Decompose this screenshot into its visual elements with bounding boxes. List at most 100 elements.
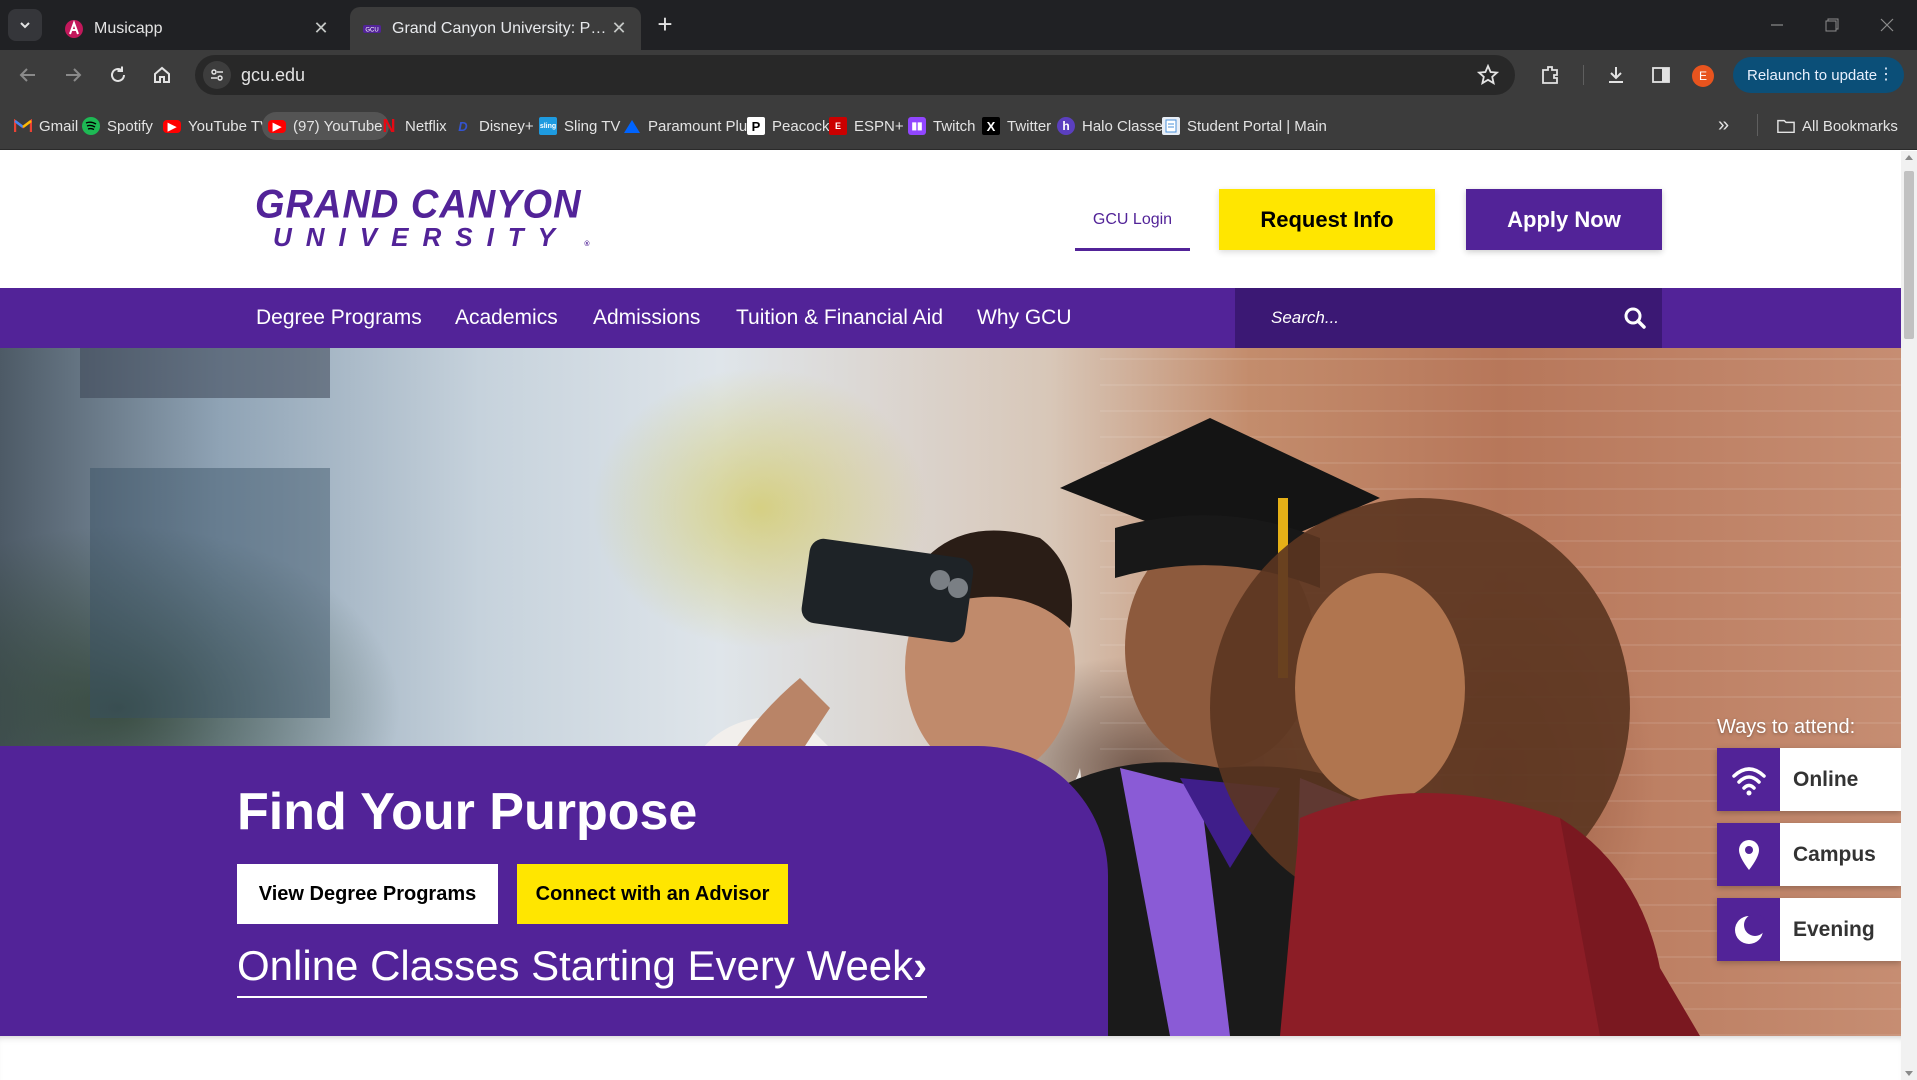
bookmark-label: Sling TV <box>564 117 621 135</box>
relaunch-button[interactable]: Relaunch to update ⋮ <box>1733 57 1904 93</box>
hero-banner: Find Your Purpose View Degree Programs C… <box>0 348 1901 1036</box>
bookmark-paramount[interactable]: Paramount Plus <box>617 112 761 140</box>
scroll-up-arrow-icon[interactable] <box>1905 155 1913 160</box>
bookmarks-divider <box>1757 114 1758 136</box>
youtube-tv-icon: ▶ <box>163 119 181 133</box>
main-navigation: Degree Programs Academics Admissions Tui… <box>0 288 1901 348</box>
search-box <box>1235 288 1662 348</box>
attend-option-label: Online <box>1793 768 1859 791</box>
bookmark-label: Spotify <box>107 117 153 135</box>
chevron-right-icon: › <box>913 942 928 989</box>
attend-online-button[interactable]: Online <box>1717 748 1901 811</box>
bookmark-netflix[interactable]: N Netflix <box>374 112 453 140</box>
gcu-login-link[interactable]: GCU Login <box>1075 201 1190 251</box>
close-tab-icon[interactable]: ✕ <box>311 18 331 39</box>
forward-icon[interactable] <box>59 63 87 87</box>
more-menu-icon[interactable]: ⋮ <box>1878 66 1894 84</box>
search-icon <box>1624 307 1646 329</box>
page-scrollbar[interactable] <box>1901 151 1917 1080</box>
bookmark-star-icon[interactable] <box>1477 64 1499 86</box>
back-icon[interactable] <box>14 63 42 87</box>
bookmark-sling[interactable]: sling Sling TV <box>533 112 626 140</box>
close-tab-icon[interactable]: ✕ <box>609 18 629 39</box>
relaunch-label: Relaunch to update <box>1747 66 1878 84</box>
twitch-icon: ▮▮ <box>908 117 926 135</box>
bookmark-label: ESPN+ <box>854 117 904 135</box>
attend-option-label: Campus <box>1793 843 1876 866</box>
view-degree-programs-button[interactable]: View Degree Programs <box>237 864 498 924</box>
bookmark-label: Peacock <box>772 117 830 135</box>
url-text[interactable]: gcu.edu <box>241 65 305 86</box>
bookmark-label: Disney+ <box>479 117 534 135</box>
new-tab-button[interactable]: + <box>652 11 678 38</box>
bookmark-youtube-tv[interactable]: ▶ YouTube TV <box>157 112 276 140</box>
paramount-icon <box>623 117 641 135</box>
logo-registered-mark: ® <box>584 241 590 248</box>
map-pin-icon <box>1717 823 1780 886</box>
connect-advisor-button[interactable]: Connect with an Advisor <box>517 864 788 924</box>
moon-icon <box>1717 898 1780 961</box>
search-input[interactable] <box>1271 302 1591 334</box>
page-content-below-hero <box>0 1036 1901 1080</box>
bookmark-label: Paramount Plus <box>648 117 755 135</box>
scroll-down-arrow-icon[interactable] <box>1905 1071 1913 1076</box>
profile-avatar[interactable]: E <box>1692 65 1714 87</box>
bookmark-label: Twitter <box>1007 117 1052 135</box>
home-icon[interactable] <box>148 63 176 87</box>
youtube-icon: ▶ <box>268 119 286 133</box>
more-bookmarks-icon[interactable]: » <box>1718 114 1729 137</box>
minimize-icon[interactable] <box>1762 10 1792 40</box>
nav-admissions[interactable]: Admissions <box>593 288 700 348</box>
reload-icon[interactable] <box>104 63 132 87</box>
online-classes-link[interactable]: Online Classes Starting Every Week› <box>237 942 928 998</box>
download-icon[interactable] <box>1603 63 1629 87</box>
bookmark-gmail[interactable]: Gmail <box>8 112 84 140</box>
disney-icon: D <box>458 118 468 134</box>
espn-icon: E <box>829 117 847 135</box>
nav-why-gcu[interactable]: Why GCU <box>977 288 1072 348</box>
chevron-down-icon <box>20 22 30 29</box>
scrollbar-thumb[interactable] <box>1904 171 1914 339</box>
bookmark-student-portal[interactable]: Student Portal | Main <box>1156 112 1333 140</box>
attend-campus-button[interactable]: Campus <box>1717 823 1901 886</box>
request-info-button[interactable]: Request Info <box>1219 189 1435 250</box>
attend-evening-button[interactable]: Evening <box>1717 898 1901 961</box>
sling-icon: sling <box>539 117 557 135</box>
all-bookmarks-button[interactable]: All Bookmarks <box>1771 112 1904 140</box>
tab-musicapp[interactable]: Musicapp ✕ <box>52 7 343 50</box>
bookmark-peacock[interactable]: P Peacock <box>741 112 836 140</box>
bookmark-spotify[interactable]: Spotify <box>76 112 159 140</box>
extensions-icon[interactable] <box>1537 63 1563 87</box>
wifi-icon <box>1717 748 1780 811</box>
bookmark-disney[interactable]: D Disney+ <box>448 112 540 140</box>
halo-icon: h <box>1057 117 1075 135</box>
close-window-icon[interactable] <box>1872 10 1902 40</box>
tab-search-button[interactable] <box>8 9 42 41</box>
nav-degree-programs[interactable]: Degree Programs <box>256 288 422 348</box>
bookmark-label: Twitch <box>933 117 976 135</box>
search-button[interactable] <box>1620 303 1650 333</box>
tab-title: Musicapp <box>94 19 163 37</box>
bookmark-label: (97) YouTube <box>293 117 383 135</box>
tab-gcu[interactable]: GCU Grand Canyon University: Privat ✕ <box>350 7 641 50</box>
gmail-icon <box>14 117 32 135</box>
nav-tuition[interactable]: Tuition & Financial Aid <box>736 288 943 348</box>
bookmark-twitch[interactable]: ▮▮ Twitch <box>902 112 982 140</box>
bookmark-youtube[interactable]: ▶ (97) YouTube <box>262 112 389 140</box>
gcu-logo[interactable]: GRAND CANYON UNIVERSITY ® <box>255 182 590 250</box>
maximize-icon[interactable] <box>1817 10 1847 40</box>
nav-academics[interactable]: Academics <box>455 288 558 348</box>
portal-icon <box>1162 117 1180 135</box>
hero-title: Find Your Purpose <box>237 783 698 841</box>
musicapp-favicon-icon <box>65 19 83 38</box>
site-info-icon[interactable] <box>203 61 231 89</box>
address-bar[interactable]: gcu.edu <box>195 55 1515 95</box>
bookmark-espn[interactable]: E ESPN+ <box>823 112 910 140</box>
browser-tab-bar: Musicapp ✕ GCU Grand Canyon University: … <box>0 0 1917 50</box>
apply-now-button[interactable]: Apply Now <box>1466 189 1662 250</box>
site-header: GRAND CANYON UNIVERSITY ® GCU Login Requ… <box>0 151 1901 288</box>
side-panel-icon[interactable] <box>1648 63 1674 87</box>
online-classes-link-text: Online Classes Starting Every Week <box>237 942 914 989</box>
logo-line1: GRAND CANYON <box>255 182 582 228</box>
bookmark-twitter[interactable]: X Twitter <box>976 112 1057 140</box>
